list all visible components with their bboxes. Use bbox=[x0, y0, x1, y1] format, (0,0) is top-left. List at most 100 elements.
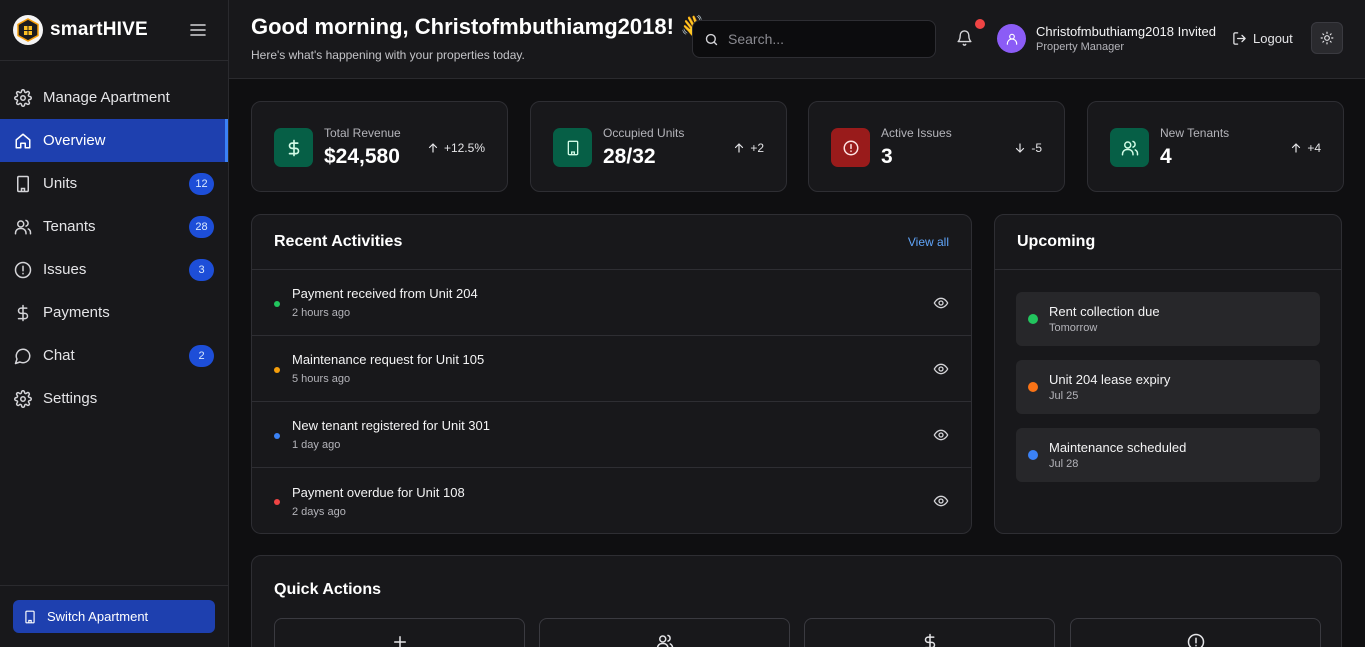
sidebar-item-settings[interactable]: Settings bbox=[0, 377, 228, 420]
sidebar-item-overview[interactable]: Overview bbox=[0, 119, 228, 162]
switch-apartment-label: Switch Apartment bbox=[47, 609, 149, 624]
sidebar-nav: Manage Apartment Overview Units 12 Tenan… bbox=[0, 61, 228, 420]
eye-icon[interactable] bbox=[933, 295, 949, 311]
status-dot bbox=[274, 366, 280, 373]
sidebar-item-units[interactable]: Units 12 bbox=[0, 162, 228, 205]
stat-change-value: -5 bbox=[1031, 141, 1042, 155]
list-item[interactable]: Payment overdue for Unit 108 2 days ago bbox=[252, 468, 971, 534]
status-dot bbox=[274, 300, 280, 307]
activity-time: 1 day ago bbox=[292, 439, 341, 451]
search-icon bbox=[704, 32, 719, 47]
sidebar-item-label: Manage Apartment bbox=[43, 89, 170, 106]
plus-icon bbox=[391, 633, 409, 647]
view-all-link[interactable]: View all bbox=[908, 235, 949, 249]
gear-icon bbox=[14, 88, 32, 107]
upcoming-item[interactable]: Maintenance scheduled Jul 28 bbox=[1016, 428, 1320, 482]
stat-value: 28/32 bbox=[603, 145, 656, 168]
dollar-icon bbox=[14, 304, 32, 322]
upcoming-panel: Upcoming Rent collection due Tomorrow Un… bbox=[994, 214, 1342, 534]
activity-time: 2 hours ago bbox=[292, 307, 351, 319]
sidebar-item-label: Units bbox=[43, 175, 78, 192]
avatar[interactable] bbox=[997, 24, 1026, 53]
activity-text: Payment received from Unit 204 bbox=[292, 286, 478, 301]
activity-time: 2 days ago bbox=[292, 505, 346, 518]
upcoming-date: Tomorrow bbox=[1049, 322, 1098, 334]
search-box bbox=[692, 20, 936, 58]
quick-actions-panel: Quick Actions bbox=[251, 555, 1342, 647]
stat-change-value: +2 bbox=[750, 141, 764, 155]
user-role: Property Manager bbox=[1036, 41, 1125, 53]
upcoming-item[interactable]: Rent collection due Tomorrow bbox=[1016, 292, 1320, 346]
brand-name: smartHIVE bbox=[50, 19, 148, 40]
panel-title: Quick Actions bbox=[274, 581, 381, 598]
upcoming-title: Unit 204 lease expiry bbox=[1049, 372, 1171, 387]
arrow-up-icon bbox=[733, 142, 750, 154]
sidebar-item-tenants[interactable]: Tenants 28 bbox=[0, 205, 228, 248]
sidebar-item-chat[interactable]: Chat 2 bbox=[0, 334, 228, 377]
theme-toggle-button[interactable] bbox=[1311, 22, 1343, 54]
top-header: Good morning, Christofmbuthiamg2018! 👋 H… bbox=[229, 0, 1365, 79]
stat-label: New Tenants bbox=[1160, 126, 1230, 140]
hamburger-menu-icon[interactable] bbox=[190, 23, 206, 37]
page-subtitle: Here's what's happening with your proper… bbox=[251, 48, 525, 62]
stat-value: 4 bbox=[1160, 145, 1172, 168]
stat-change-value: +4 bbox=[1307, 141, 1321, 155]
recent-activities-panel: Recent Activities View all Payment recei… bbox=[251, 214, 972, 534]
user-name: Christofmbuthiamg2018 Invited bbox=[1036, 24, 1216, 39]
sidebar-item-issues[interactable]: Issues 3 bbox=[0, 248, 228, 291]
eye-icon[interactable] bbox=[933, 493, 949, 509]
sidebar-item-payments[interactable]: Payments bbox=[0, 291, 228, 334]
activity-time: 5 hours ago bbox=[292, 373, 351, 385]
list-item[interactable]: Payment received from Unit 204 2 hours a… bbox=[252, 270, 971, 336]
upcoming-item[interactable]: Unit 204 lease expiry Jul 25 bbox=[1016, 360, 1320, 414]
sidebar-footer: Switch Apartment bbox=[0, 585, 228, 647]
panel-header: Upcoming bbox=[995, 215, 1341, 270]
logout-button[interactable]: Logout bbox=[1232, 31, 1293, 46]
stat-change: +12.5% bbox=[427, 141, 485, 155]
stat-change: -5 bbox=[1014, 141, 1042, 155]
users-icon bbox=[656, 633, 674, 647]
quick-action-issue-button[interactable] bbox=[1070, 618, 1321, 647]
switch-apartment-button[interactable]: Switch Apartment bbox=[13, 600, 215, 633]
count-badge: 2 bbox=[189, 344, 214, 367]
sidebar-item-label: Tenants bbox=[43, 218, 96, 235]
status-dot bbox=[1028, 382, 1038, 392]
count-badge: 28 bbox=[189, 215, 214, 238]
stat-card-active-issues: Active Issues 3 -5 bbox=[808, 101, 1065, 192]
panel-header: Recent Activities View all bbox=[252, 215, 971, 270]
stat-card-revenue: Total Revenue $24,580 +12.5% bbox=[251, 101, 508, 192]
stat-change: +2 bbox=[733, 141, 764, 155]
arrow-up-icon bbox=[427, 142, 444, 154]
quick-action-payment-button[interactable] bbox=[804, 618, 1055, 647]
chat-bubble-icon bbox=[14, 347, 32, 365]
stat-card-occupied-units: Occupied Units 28/32 +2 bbox=[530, 101, 787, 192]
sidebar-item-label: Payments bbox=[43, 304, 110, 321]
panel-title: Upcoming bbox=[1017, 233, 1096, 250]
arrow-down-icon bbox=[1014, 142, 1031, 154]
stat-value: $24,580 bbox=[324, 145, 400, 168]
alert-circle-icon bbox=[831, 128, 870, 167]
quick-action-tenants-button[interactable] bbox=[539, 618, 790, 647]
count-badge: 3 bbox=[189, 258, 214, 281]
logout-icon bbox=[1232, 31, 1247, 46]
hive-logo-icon[interactable] bbox=[13, 15, 43, 45]
eye-icon[interactable] bbox=[933, 361, 949, 377]
count-badge: 12 bbox=[189, 172, 214, 195]
upcoming-date: Jul 28 bbox=[1049, 458, 1079, 470]
activity-text: Maintenance request for Unit 105 bbox=[292, 352, 485, 367]
status-dot bbox=[274, 499, 280, 505]
search-input[interactable] bbox=[728, 31, 918, 47]
stat-label: Active Issues bbox=[881, 126, 952, 140]
sidebar-item-manage-apartment[interactable]: Manage Apartment bbox=[0, 76, 228, 119]
notification-dot bbox=[975, 19, 985, 29]
upcoming-title: Rent collection due bbox=[1049, 304, 1160, 319]
stat-change: +4 bbox=[1290, 141, 1321, 155]
page-title: Good morning, Christofmbuthiamg2018! 👋 bbox=[251, 14, 708, 39]
list-item[interactable]: Maintenance request for Unit 105 5 hours… bbox=[252, 336, 971, 402]
quick-action-add-button[interactable] bbox=[274, 618, 525, 647]
bell-icon[interactable] bbox=[956, 29, 973, 47]
status-dot bbox=[274, 432, 280, 439]
list-item[interactable]: New tenant registered for Unit 301 1 day… bbox=[252, 402, 971, 468]
sidebar-item-label: Issues bbox=[43, 261, 87, 278]
eye-icon[interactable] bbox=[933, 427, 949, 443]
